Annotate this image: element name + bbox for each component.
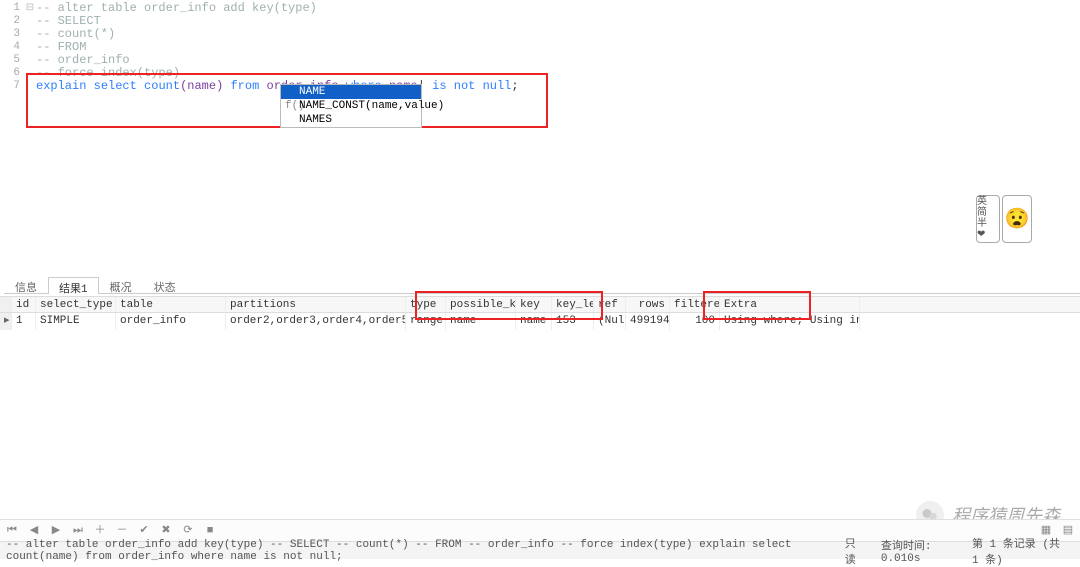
line-number: 3 — [0, 28, 24, 41]
autocomplete-item[interactable]: f()NAME_CONST(name,value) — [281, 99, 421, 113]
tab-info[interactable]: 信息 — [4, 276, 48, 293]
col-rows[interactable]: rows — [626, 297, 670, 312]
cell-select_type[interactable]: SIMPLE — [36, 313, 116, 330]
cancel-button[interactable]: ✖ — [158, 523, 174, 539]
nav-first-button[interactable]: ⏮ — [4, 523, 20, 539]
autocomplete-icon — [285, 85, 295, 99]
autocomplete-label: NAME — [299, 85, 325, 99]
grid-corner — [0, 297, 12, 312]
line-number: 5 — [0, 54, 24, 67]
status-querytime: 查询时间: 0.010s — [871, 537, 962, 565]
commit-button[interactable]: ✔ — [136, 523, 152, 539]
cell-id[interactable]: 1 — [12, 313, 36, 330]
cell-rows[interactable]: 499194 — [626, 313, 670, 330]
line-number-gutter: 1 2 3 4 5 6 7 — [0, 2, 24, 93]
stop-button[interactable]: ■ — [202, 523, 218, 539]
fold-marker[interactable]: ⊟ — [24, 2, 36, 15]
code-line[interactable]: -- FROM — [36, 41, 1080, 54]
cell-table[interactable]: order_info — [116, 313, 226, 330]
decorative-sticker: 英 简 半 ❤ 😧 — [976, 195, 1040, 243]
status-readonly: 只读 — [835, 535, 871, 567]
col-select_type[interactable]: select_type — [36, 297, 116, 312]
autocomplete-label: NAME_CONST(name,value) — [299, 99, 444, 113]
col-partitions[interactable]: partitions — [226, 297, 406, 312]
delete-row-button[interactable]: － — [114, 523, 130, 539]
tab-result1[interactable]: 结果1 — [48, 277, 99, 294]
line-number: 1 — [0, 2, 24, 15]
sticker-face-icon: 😧 — [1002, 195, 1032, 243]
row-indicator: ▸ — [0, 313, 12, 330]
autocomplete-icon: f() — [285, 99, 295, 113]
code-line[interactable]: -- count(*) — [36, 28, 1080, 41]
autocomplete-icon — [285, 113, 295, 127]
code-line[interactable]: -- alter table order_info add key(type) — [36, 2, 1080, 15]
highlight-box-extra — [703, 291, 811, 320]
autocomplete-item[interactable]: NAME — [281, 85, 421, 99]
line-number: 6 — [0, 67, 24, 80]
status-bar: -- alter table order_info add key(type) … — [0, 541, 1080, 559]
col-table[interactable]: table — [116, 297, 226, 312]
code-line[interactable]: -- order_info — [36, 54, 1080, 67]
line-number: 2 — [0, 15, 24, 28]
tab-status[interactable]: 状态 — [143, 276, 187, 293]
col-id[interactable]: id — [12, 297, 36, 312]
highlight-box-keys — [415, 291, 603, 320]
refresh-button[interactable]: ⟳ — [180, 523, 196, 539]
status-reccount: 第 1 条记录 (共 1 条) — [962, 535, 1074, 567]
tab-profile[interactable]: 概况 — [99, 276, 143, 293]
sql-editor[interactable]: 1 2 3 4 5 6 7 ⊟ -- alter table order_inf… — [0, 0, 1080, 270]
code-line[interactable]: -- SELECT — [36, 15, 1080, 28]
autocomplete-item[interactable]: NAMES — [281, 113, 421, 127]
nav-next-button[interactable]: ▶ — [48, 523, 64, 539]
autocomplete-popup[interactable]: NAME f()NAME_CONST(name,value) NAMES — [280, 84, 422, 128]
nav-prev-button[interactable]: ◀ — [26, 523, 42, 539]
line-number: 4 — [0, 41, 24, 54]
autocomplete-label: NAMES — [299, 113, 332, 127]
cell-partitions[interactable]: order2,order3,order4,order5,order6 — [226, 313, 406, 330]
sticker-text: 英 简 半 ❤ — [976, 195, 1000, 243]
line-number: 7 — [0, 80, 24, 93]
add-row-button[interactable]: ＋ — [92, 523, 108, 539]
nav-last-button[interactable]: ⏭ — [70, 523, 86, 539]
